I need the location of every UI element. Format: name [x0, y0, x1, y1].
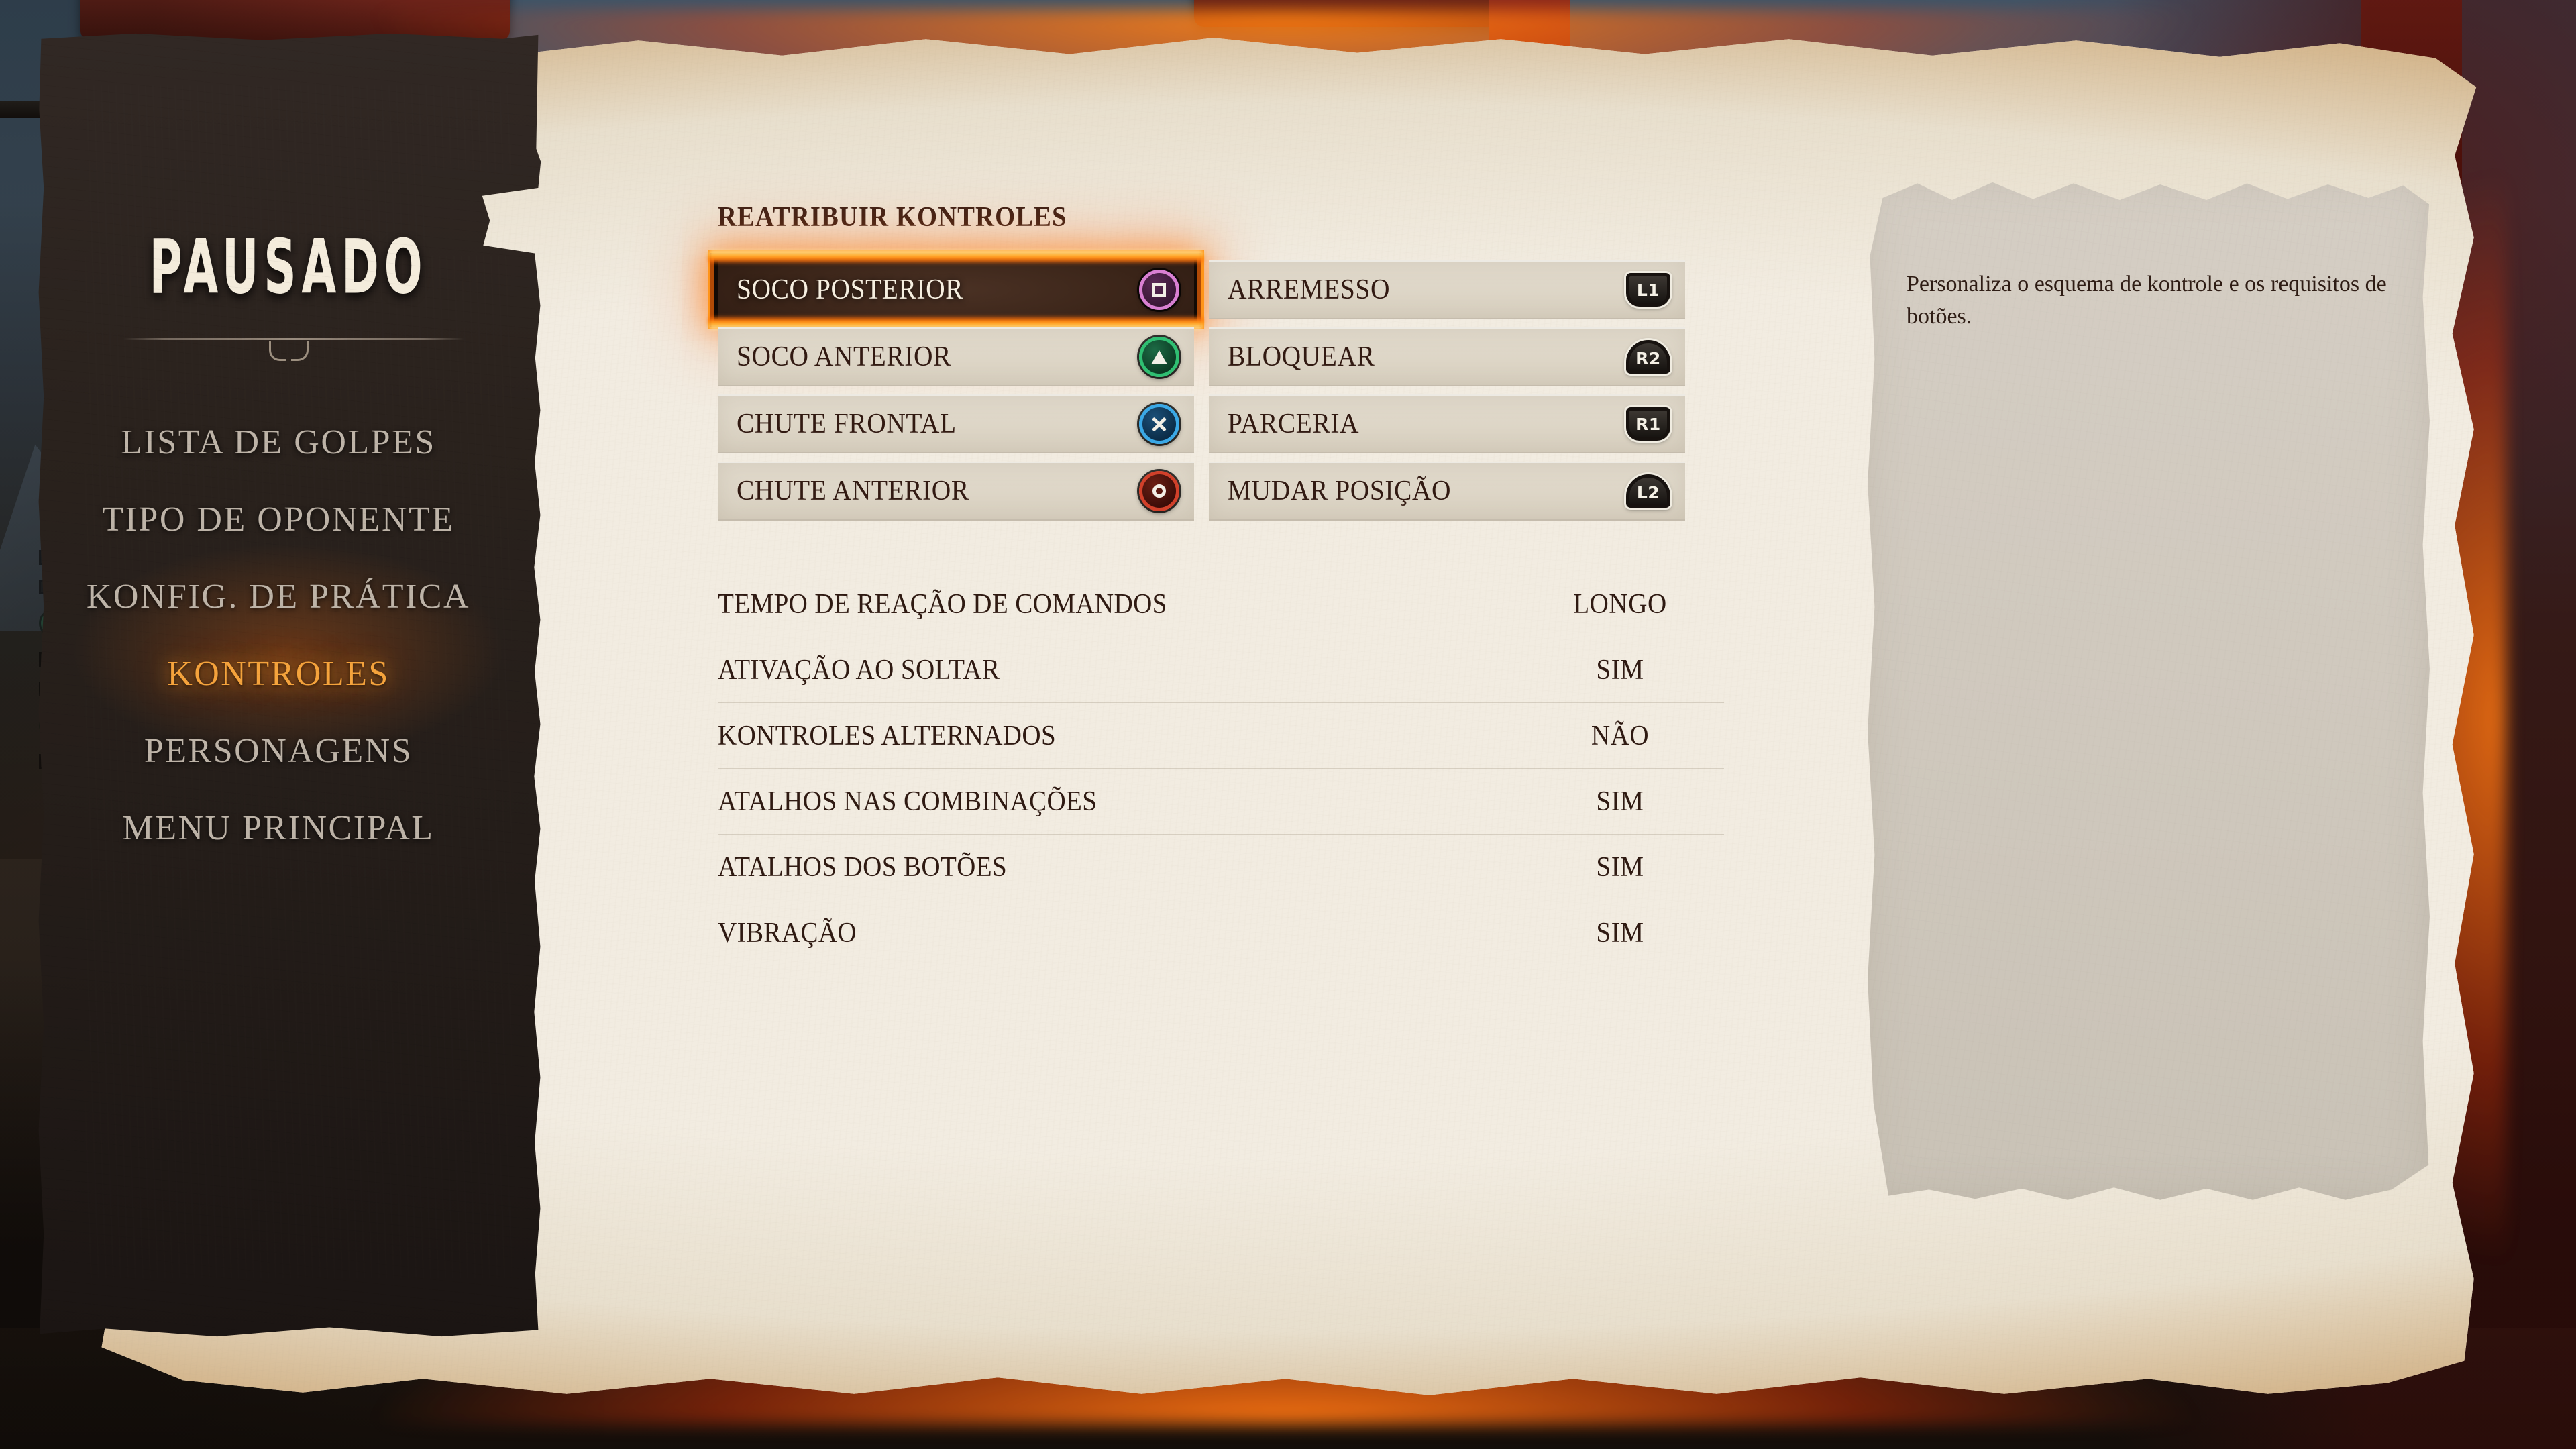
setting-label: KONTROLES ALTERNADOS — [718, 720, 1057, 751]
sidebar-item-lista-de-golpes[interactable]: LISTA DE GOLPES — [39, 404, 523, 481]
control-bindings-grid: SOCO POSTERIOR ARREMESSO L1 SOCO ANTERIO… — [718, 260, 1724, 521]
settings-list: TEMPO DE REAÇÃO DE COMANDOS LONGO ATIVAÇ… — [718, 572, 1724, 966]
sidebar-item-kontroles[interactable]: KONTROLES — [39, 635, 523, 712]
setting-label: TEMPO DE REAÇÃO DE COMANDOS — [718, 588, 1167, 620]
binding-label: CHUTE FRONTAL — [737, 409, 957, 439]
setting-row-vibracao[interactable]: VIBRAÇÃO SIM — [718, 900, 1724, 966]
setting-row-ativacao-ao-soltar[interactable]: ATIVAÇÃO AO SOLTAR SIM — [718, 637, 1724, 703]
setting-value: SIM — [1596, 851, 1644, 883]
pause-menu-sidebar: PAUSADO LISTA DE GOLPES TIPO DE OPONENTE… — [38, 33, 541, 1337]
page-title: PAUSADO — [149, 224, 428, 311]
description-text: Personaliza o esquema de kontrole e os r… — [1907, 272, 2387, 329]
binding-row-parceria[interactable]: PARCERIA R1 — [1209, 394, 1685, 453]
square-button-icon — [1139, 270, 1179, 310]
sidebar-menu: LISTA DE GOLPES TIPO DE OPONENTE KONFIG.… — [39, 404, 523, 867]
binding-label: CHUTE ANTERIOR — [737, 476, 969, 506]
binding-row-chute-anterior[interactable]: CHUTE ANTERIOR — [718, 462, 1194, 521]
binding-row-arremesso[interactable]: ARREMESSO L1 — [1209, 260, 1685, 319]
circle-button-icon — [1139, 471, 1179, 511]
r2-button-icon: R2 — [1626, 340, 1670, 374]
setting-value: SIM — [1596, 654, 1644, 686]
binding-label: ARREMESSO — [1228, 274, 1391, 305]
section-title-reatribuir-kontroles: REATRIBUIR KONTROLES — [718, 202, 1067, 233]
cross-button-icon — [1139, 404, 1179, 444]
title-ornament-icon — [39, 341, 541, 370]
setting-label: VIBRAÇÃO — [718, 918, 857, 949]
title-divider — [123, 338, 464, 340]
binding-row-soco-posterior[interactable]: SOCO POSTERIOR — [718, 260, 1194, 319]
sidebar-item-konfig-de-pratica[interactable]: KONFIG. DE PRÁTICA — [39, 558, 523, 635]
setting-row-atalhos-nas-combinacoes[interactable]: ATALHOS NAS COMBINAÇÕES SIM — [718, 769, 1724, 835]
setting-row-kontroles-alternados[interactable]: KONTROLES ALTERNADOS NÃO — [718, 703, 1724, 769]
controls-panel: REATRIBUIR KONTROLES SOCO POSTERIOR ARRE… — [718, 201, 1724, 966]
sidebar-item-tipo-de-oponente[interactable]: TIPO DE OPONENTE — [39, 481, 523, 558]
setting-value: SIM — [1596, 918, 1644, 949]
sidebar-item-personagens[interactable]: PERSONAGENS — [39, 712, 523, 790]
binding-label: SOCO POSTERIOR — [737, 274, 964, 305]
r1-button-icon: R1 — [1626, 407, 1670, 441]
l2-button-icon: L2 — [1626, 474, 1670, 508]
setting-row-tempo-de-reacao-de-comandos[interactable]: TEMPO DE REAÇÃO DE COMANDOS LONGO — [718, 572, 1724, 637]
binding-row-soco-anterior[interactable]: SOCO ANTERIOR — [718, 327, 1194, 386]
binding-row-mudar-posicao[interactable]: MUDAR POSIÇÃO L2 — [1209, 462, 1685, 521]
setting-label: ATALHOS NAS COMBINAÇÕES — [718, 786, 1097, 817]
setting-value: LONGO — [1573, 588, 1667, 620]
setting-value: SIM — [1596, 786, 1644, 817]
binding-label: PARCERIA — [1228, 409, 1360, 439]
binding-row-chute-frontal[interactable]: CHUTE FRONTAL — [718, 394, 1194, 453]
description-panel: Personaliza o esquema de kontrole e os r… — [1868, 182, 2430, 1200]
sidebar-item-menu-principal[interactable]: MENU PRINCIPAL — [39, 790, 523, 867]
binding-label: BLOQUEAR — [1228, 341, 1375, 372]
setting-value: NÃO — [1591, 720, 1650, 751]
binding-label: MUDAR POSIÇÃO — [1228, 476, 1452, 506]
l1-button-icon: L1 — [1626, 273, 1670, 307]
triangle-button-icon — [1139, 337, 1179, 377]
setting-row-atalhos-dos-botoes[interactable]: ATALHOS DOS BOTÕES SIM — [718, 835, 1724, 900]
setting-label: ATALHOS DOS BOTÕES — [718, 851, 1008, 883]
setting-label: ATIVAÇÃO AO SOLTAR — [718, 654, 1000, 686]
binding-row-bloquear[interactable]: BLOQUEAR R2 — [1209, 327, 1685, 386]
binding-label: SOCO ANTERIOR — [737, 341, 951, 372]
